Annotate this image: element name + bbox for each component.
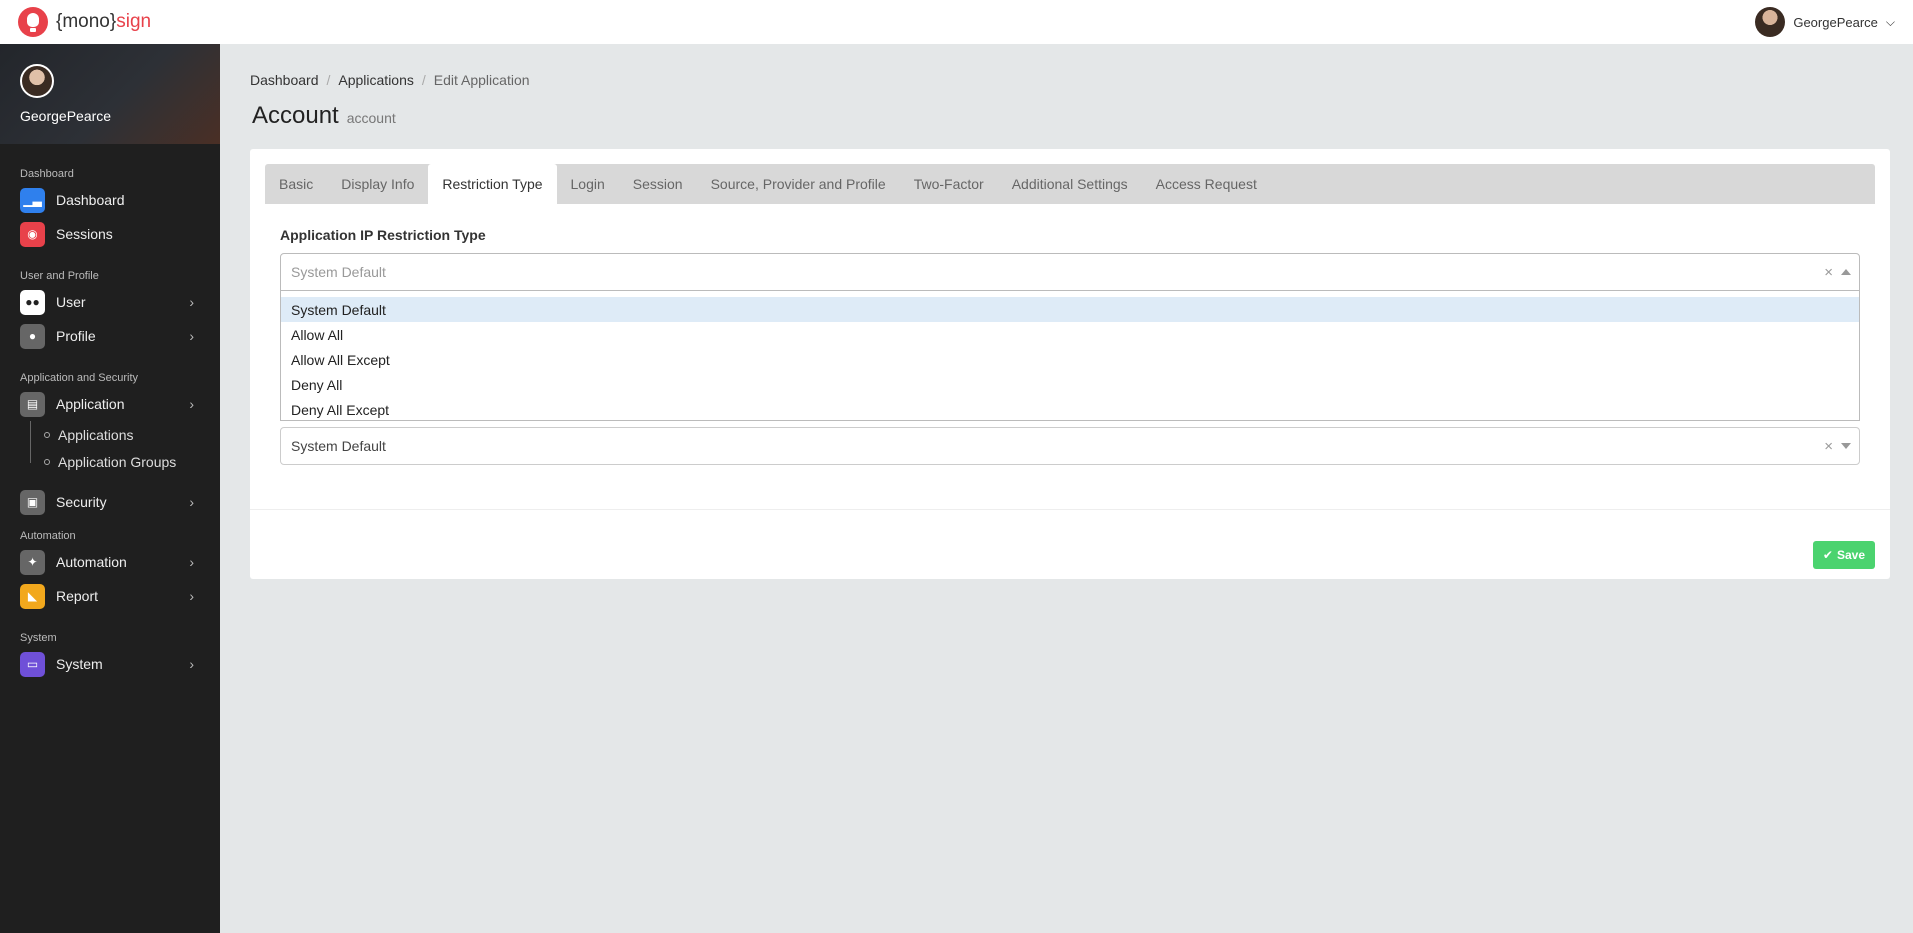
- tab-additional-settings[interactable]: Additional Settings: [998, 164, 1142, 204]
- chevron-right-icon: ›: [189, 396, 194, 412]
- breadcrumb: Dashboard / Applications / Edit Applicat…: [250, 72, 530, 88]
- save-button-label: Save: [1836, 548, 1865, 562]
- option-deny-all[interactable]: Deny All: [281, 372, 1859, 397]
- chart-icon: ▁▃: [20, 187, 45, 213]
- save-button[interactable]: ✔ Save: [1812, 541, 1875, 569]
- sidebar-item-profile[interactable]: ● Profile ›: [0, 319, 220, 353]
- panel-divider: [250, 509, 1890, 510]
- main-content: Dashboard / Applications / Edit Applicat…: [220, 44, 1913, 933]
- user-menu[interactable]: GeorgePearce ⌵: [1755, 7, 1895, 37]
- monitor-icon: ▭: [20, 651, 45, 677]
- chevron-right-icon: ›: [189, 294, 194, 310]
- record-icon: ◉: [20, 221, 45, 247]
- caret-down-icon[interactable]: [1841, 443, 1851, 449]
- sidebar-subitem-label: Applications: [58, 426, 134, 443]
- sidebar-profile-name: GeorgePearce: [20, 108, 112, 124]
- avatar: [1755, 7, 1786, 37]
- clear-icon[interactable]: ×: [1824, 264, 1833, 281]
- chevron-right-icon: ›: [189, 328, 194, 344]
- sidebar-item-dashboard[interactable]: ▁▃ Dashboard: [0, 183, 220, 217]
- check-icon: ✔: [1822, 548, 1833, 562]
- caret-up-icon[interactable]: [1841, 269, 1851, 275]
- tab-basic[interactable]: Basic: [265, 164, 327, 204]
- tab-login[interactable]: Login: [557, 164, 619, 204]
- clear-icon[interactable]: ×: [1824, 438, 1833, 455]
- tab-access-request[interactable]: Access Request: [1142, 164, 1271, 204]
- lock-icon: ▣: [20, 489, 45, 515]
- select-dropdown: System Default Allow All Allow All Excep…: [280, 291, 1860, 421]
- select-search-placeholder[interactable]: System Default: [291, 264, 386, 280]
- page-title-text: Account: [252, 102, 339, 129]
- sidebar-item-label: Sessions: [56, 226, 113, 242]
- tab-restriction-type[interactable]: Restriction Type: [428, 164, 557, 204]
- avatar[interactable]: [20, 64, 54, 98]
- sidebar-item-label: Application: [56, 396, 125, 412]
- restriction-type-select-2[interactable]: System Default ×: [280, 427, 1860, 465]
- sidebar-item-security[interactable]: ▣ Security ›: [0, 485, 220, 519]
- tab-two-factor[interactable]: Two-Factor: [900, 164, 998, 204]
- sidebar-subitem-applications[interactable]: Applications: [0, 421, 220, 448]
- section-title: User and Profile: [20, 270, 99, 282]
- tab-source-provider-profile[interactable]: Source, Provider and Profile: [697, 164, 900, 204]
- sidebar-subitem-label: Application Groups: [58, 453, 177, 470]
- chevron-right-icon: ›: [189, 554, 194, 570]
- section-title: Application and Security: [20, 372, 139, 384]
- ip-restriction-type-select[interactable]: System Default ×: [280, 253, 1860, 291]
- bullet-icon: [44, 458, 50, 465]
- select-value: System Default: [291, 438, 386, 454]
- option-system-default[interactable]: System Default: [281, 297, 1859, 322]
- breadcrumb-item-dashboard[interactable]: Dashboard: [250, 72, 319, 88]
- sidebar-item-system[interactable]: ▭ System ›: [0, 647, 220, 681]
- lightbulb-icon: [18, 7, 48, 37]
- window-icon: ▤: [20, 391, 45, 417]
- breadcrumb-item-current: Edit Application: [433, 72, 530, 88]
- sidebar-item-label: Report: [56, 588, 99, 604]
- breadcrumb-separator: /: [326, 72, 331, 88]
- logo-suffix: sign: [116, 11, 152, 32]
- users-icon: ●●: [20, 289, 45, 315]
- sidebar-item-label: Automation: [56, 554, 127, 570]
- logo[interactable]: {mono}sign: [18, 7, 151, 37]
- sidebar-item-report[interactable]: ◣ Report ›: [0, 579, 220, 613]
- chevron-right-icon: ›: [189, 656, 194, 672]
- chevron-right-icon: ›: [189, 494, 194, 510]
- sidebar-item-sessions[interactable]: ◉ Sessions: [0, 217, 220, 251]
- logo-prefix: {mono}: [56, 11, 117, 32]
- sidebar-profile-card: GeorgePearce: [0, 44, 220, 144]
- sidebar: GeorgePearce Dashboard ▁▃ Dashboard ◉ Se…: [0, 44, 220, 933]
- area-chart-icon: ◣: [20, 583, 45, 609]
- option-allow-all[interactable]: Allow All: [281, 322, 1859, 347]
- sidebar-item-label: User: [56, 294, 86, 310]
- sidebar-subitem-application-groups[interactable]: Application Groups: [0, 448, 220, 475]
- option-deny-all-except[interactable]: Deny All Except: [281, 397, 1859, 422]
- option-allow-all-except[interactable]: Allow All Except: [281, 347, 1859, 372]
- section-title: Dashboard: [20, 168, 74, 180]
- top-bar: {mono}sign GeorgePearce ⌵: [0, 0, 1913, 44]
- ip-restriction-type-label: Application IP Restriction Type: [280, 227, 486, 243]
- sidebar-item-user[interactable]: ●● User ›: [0, 285, 220, 319]
- page-title: Account account: [252, 102, 396, 130]
- bullet-icon: [44, 431, 50, 438]
- page-subtitle: account: [346, 110, 396, 126]
- section-title: Automation: [20, 530, 76, 542]
- user-menu-name: GeorgePearce: [1793, 14, 1878, 30]
- tab-session[interactable]: Session: [619, 164, 697, 204]
- breadcrumb-separator: /: [421, 72, 426, 88]
- chevron-down-icon: ⌵: [1885, 14, 1895, 29]
- chevron-right-icon: ›: [189, 588, 194, 604]
- edit-application-panel: Basic Display Info Restriction Type Logi…: [250, 149, 1890, 579]
- logo-text: {mono}sign: [56, 11, 151, 33]
- section-title: System: [20, 632, 57, 644]
- sidebar-item-label: System: [56, 656, 103, 672]
- sidebar-item-label: Security: [56, 494, 107, 510]
- breadcrumb-item-applications[interactable]: Applications: [338, 72, 414, 88]
- tab-bar: Basic Display Info Restriction Type Logi…: [265, 164, 1875, 204]
- sidebar-item-application[interactable]: ▤ Application ›: [0, 387, 220, 421]
- person-icon: ●: [20, 323, 45, 349]
- sidebar-item-automation[interactable]: ✦ Automation ›: [0, 545, 220, 579]
- magic-wand-icon: ✦: [20, 549, 45, 575]
- sidebar-item-label: Dashboard: [56, 192, 125, 208]
- tab-display-info[interactable]: Display Info: [327, 164, 428, 204]
- sidebar-item-label: Profile: [56, 328, 96, 344]
